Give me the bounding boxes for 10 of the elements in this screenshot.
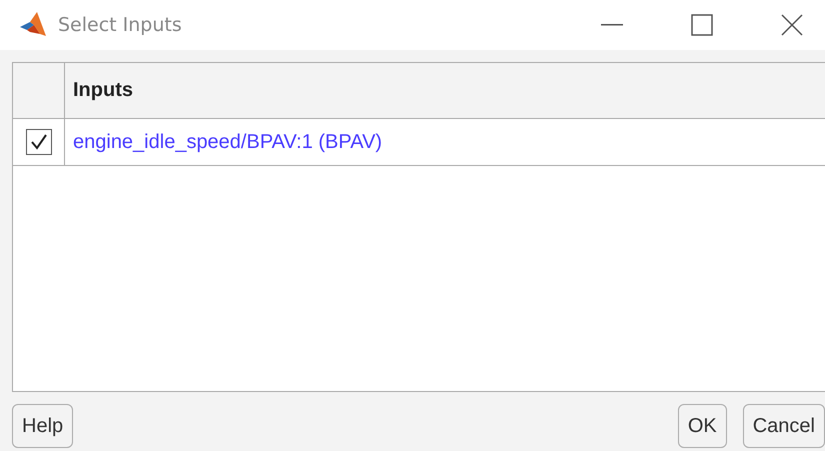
maximize-icon[interactable]	[691, 14, 713, 36]
checkbox[interactable]	[26, 129, 52, 155]
minimize-icon[interactable]	[601, 24, 623, 26]
dialog-button[interactable]: OK	[678, 404, 727, 448]
dialog-button[interactable]: Cancel	[742, 404, 825, 448]
help-button[interactable]: Help	[12, 404, 74, 448]
column-header: Inputs	[72, 78, 133, 103]
input-cell[interactable]: engine_idle_speed/BPAV:1 (BPAV)	[65, 119, 382, 165]
close-icon[interactable]	[781, 14, 803, 36]
window-title: Select Inputs	[58, 14, 182, 36]
